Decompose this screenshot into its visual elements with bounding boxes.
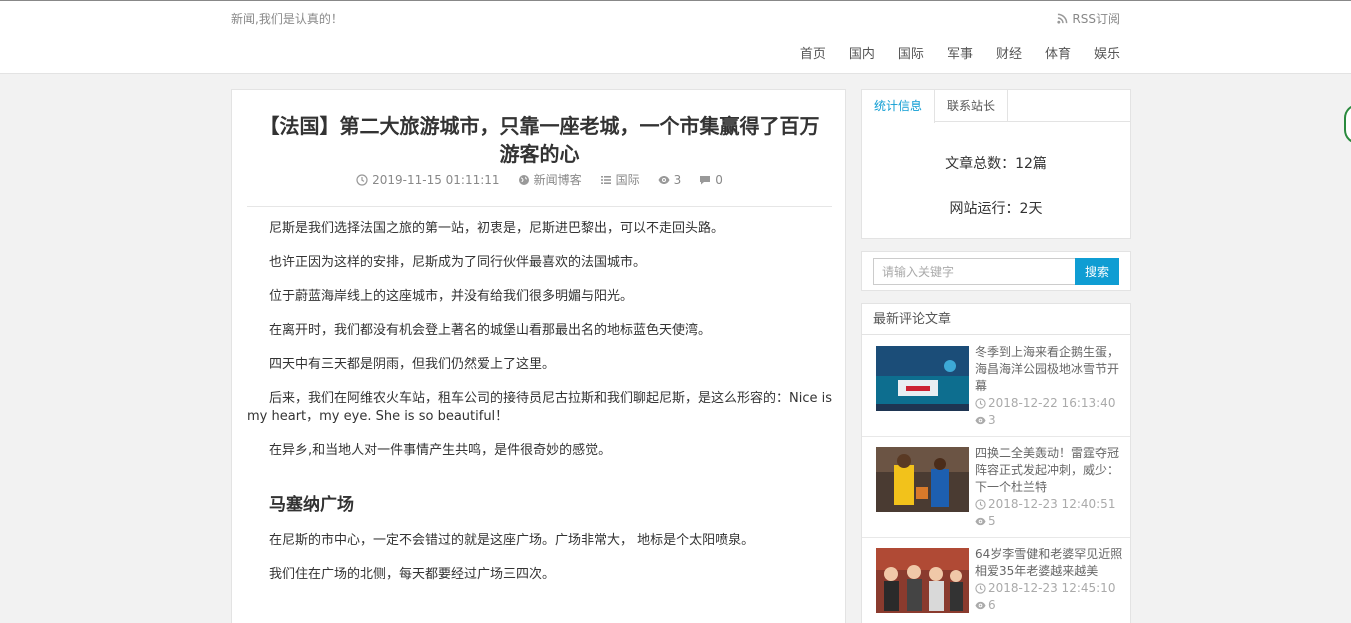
main-nav: 首页 国内 国际 军事 财经 体育 娱乐 (777, 43, 1120, 62)
stat-uptime: 网站运行：2天 (949, 201, 1043, 217)
list-item[interactable]: 64岁李雪健和老婆罕见近照 相爱35年老婆越来越美 2018-12-23 12:… (862, 538, 1130, 623)
nav-item-international[interactable]: 国际 (898, 43, 924, 62)
article-category[interactable]: 国际 (600, 171, 640, 188)
post-title[interactable]: 64岁李雪健和老婆罕见近照 相爱35年老婆越来越美 (975, 546, 1125, 580)
article-body: 尼斯是我们选择法国之旅的第一站，初衷是，尼斯进巴黎出，可以不走回头路。 也许正因… (247, 220, 832, 600)
rss-icon (1057, 13, 1068, 24)
post-date: 2018-12-23 12:40:51 (975, 497, 1115, 511)
post-thumbnail[interactable] (876, 346, 969, 411)
search-panel: 搜索 (861, 251, 1131, 291)
post-title[interactable]: 四换二全美轰动！雷霆夺冠阵容正式发起冲刺，威少：下一个杜兰特 (975, 445, 1125, 496)
article-paragraph: 在异乡,和当地人对一件事情产生共鸣，是件很奇妙的感觉。 (269, 443, 612, 458)
clock-icon (975, 582, 986, 594)
recent-heading: 最新评论文章 (862, 304, 1130, 335)
list-item[interactable]: 四换二全美轰动！雷霆夺冠阵容正式发起冲刺，威少：下一个杜兰特 2018-12-2… (862, 437, 1130, 538)
rss-link[interactable]: RSS订阅 (1057, 10, 1120, 27)
nav-item-domestic[interactable]: 国内 (849, 43, 875, 62)
eye-icon (658, 175, 670, 184)
comment-icon (700, 175, 711, 184)
clock-icon (975, 498, 986, 510)
article-paragraph: 也许正因为这样的安排，尼斯成为了同行伙伴最喜欢的法国城市。 (269, 255, 647, 270)
post-title[interactable]: 冬季到上海来看企鹅生蛋，海昌海洋公园极地冰雪节开幕 (975, 344, 1125, 395)
article-panel: 【法国】第二大旅游城市，只靠一座老城，一个市集赢得了百万游客的心 2019-11… (231, 89, 846, 623)
article-meta: 2019-11-15 01:11:11 新闻博客 国际 3 0 (232, 171, 847, 188)
post-date: 2018-12-22 16:13:40 (975, 396, 1115, 410)
post-views: 3 (975, 413, 996, 427)
tab-stats[interactable]: 统计信息 (862, 90, 936, 123)
floating-side-button[interactable] (1344, 104, 1351, 144)
list-item[interactable]: 冬季到上海来看企鹅生蛋，海昌海洋公园极地冰雪节开幕 2018-12-22 16:… (862, 336, 1130, 437)
article-comments[interactable]: 0 (699, 171, 723, 188)
nav-item-military[interactable]: 军事 (947, 43, 973, 62)
article-subheading: 马塞纳广场 (269, 495, 354, 515)
tab-contact[interactable]: 联系站长 (935, 90, 1009, 121)
article-paragraph: 我们住在广场的北侧，每天都要经过广场三四次。 (269, 567, 556, 582)
search-input[interactable] (873, 258, 1076, 285)
stats-panel: 统计信息 联系站长 文章总数：12篇 网站运行：2天 (861, 89, 1131, 239)
article-paragraph: 四天中有三天都是阴雨，但我们仍然爱上了这里。 (269, 357, 556, 372)
nav-item-sports[interactable]: 体育 (1045, 43, 1071, 62)
stats-tabs: 统计信息 联系站长 (862, 90, 1130, 123)
nav-item-finance[interactable]: 财经 (996, 43, 1022, 62)
eye-icon (975, 517, 986, 525)
post-views: 6 (975, 598, 996, 612)
article-title: 【法国】第二大旅游城市，只靠一座老城，一个市集赢得了百万游客的心 (259, 114, 820, 166)
post-views: 5 (975, 514, 996, 528)
nav-item-home[interactable]: 首页 (800, 43, 826, 62)
nav-item-entertainment[interactable]: 娱乐 (1094, 43, 1120, 62)
article-author[interactable]: 新闻博客 (518, 171, 582, 188)
rss-label: RSS订阅 (1072, 12, 1120, 26)
globe-icon (518, 174, 529, 185)
site-header: 新闻,我们是认真的！ RSS订阅 首页 国内 国际 军事 财经 体育 娱乐 (0, 1, 1351, 74)
article-paragraph: 位于蔚蓝海岸线上的这座城市，并没有给我们很多明媚与阳光。 (269, 289, 634, 304)
site-tagline: 新闻,我们是认真的！ (231, 12, 343, 26)
stat-article-count: 文章总数：12篇 (945, 156, 1047, 172)
article-paragraph: 在离开时，我们都没有机会登上著名的城堡山看那最出名的地标蓝色天使湾。 (269, 323, 712, 338)
clock-icon (975, 397, 986, 409)
article-date: 2019-11-15 01:11:11 (356, 171, 500, 188)
article-paragraph: 后来，我们在阿维农火车站，租车公司的接待员尼古拉斯和我们聊起尼斯，是这么形容的：… (247, 391, 832, 424)
meta-divider (247, 206, 832, 207)
article-paragraph: 在尼斯的市中心，一定不会错过的就是这座广场。广场非常大， 地标是个太阳喷泉。 (269, 533, 755, 548)
post-date: 2018-12-23 12:45:10 (975, 581, 1115, 595)
post-thumbnail[interactable] (876, 548, 969, 613)
post-thumbnail[interactable] (876, 447, 969, 512)
eye-icon (975, 416, 986, 424)
article-views: 3 (658, 171, 681, 188)
list-icon (600, 175, 611, 184)
recent-comments-panel: 最新评论文章 冬季到上海来看企鹅生蛋，海昌海洋公园极地冰雪节开幕 2018-12… (861, 303, 1131, 623)
eye-icon (975, 601, 986, 609)
clock-icon (356, 173, 368, 186)
article-paragraph: 尼斯是我们选择法国之旅的第一站，初衷是，尼斯进巴黎出，可以不走回头路。 (269, 221, 725, 236)
search-button[interactable]: 搜索 (1075, 258, 1119, 285)
